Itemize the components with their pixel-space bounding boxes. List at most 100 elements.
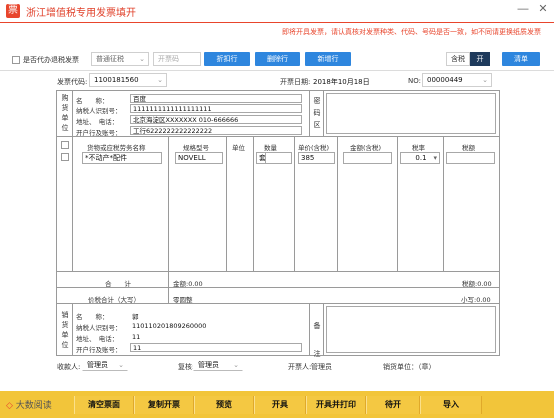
chevron-down-icon: ⌄ — [118, 361, 124, 369]
import-button[interactable]: 导入 — [420, 396, 482, 414]
password-label-char: 码 — [313, 109, 321, 117]
agent-refund-checkbox[interactable] — [12, 56, 20, 64]
app-logo-icon: 票 — [6, 4, 20, 18]
divider — [253, 136, 254, 271]
buyer-address-field[interactable]: 北京海淀区XXXXXXX 010-666666 — [130, 115, 302, 124]
list-button[interactable]: 清单 — [502, 52, 540, 66]
buyer-name-field[interactable]: 百度 — [130, 94, 302, 103]
invoice-code-label: 发票代码: — [57, 78, 88, 86]
divider — [72, 90, 73, 136]
buyer-address-label: 地址、 电话： — [76, 118, 119, 126]
item-name-input[interactable]: *不动产*配件 — [82, 152, 162, 164]
item-taxrate-value: 0.1 — [415, 154, 427, 162]
col-header-spec: 规格型号 — [183, 144, 209, 152]
divider — [323, 303, 324, 356]
col-header-unit: 单位 — [232, 144, 245, 152]
divider — [294, 136, 295, 271]
notice-text: 即将开具发票，请认真核对发票种类、代码、号码是否一致，如不同请更换纸质发票 — [282, 28, 541, 36]
close-button[interactable]: ✕ — [536, 2, 550, 16]
divider — [397, 136, 398, 271]
payee-label: 收款人: — [57, 363, 81, 371]
divider — [309, 303, 310, 356]
buyer-bank-field[interactable]: 工行6222222222222222 — [130, 126, 302, 135]
brand-mark-icon: ◇ — [6, 401, 13, 411]
item-price-input[interactable]: 385 — [298, 152, 335, 164]
brand-name: 大数阅读 — [15, 401, 52, 411]
issue-and-print-button[interactable]: 开具并打印 — [306, 396, 366, 414]
invoice-date: 2018年10月18日 — [313, 78, 370, 86]
minimize-button[interactable]: — — [516, 2, 530, 16]
divider — [168, 287, 169, 303]
buyer-label-char: 单 — [61, 114, 69, 122]
title-divider — [0, 22, 554, 23]
buyer-name-label: 名 称： — [76, 97, 109, 105]
clear-invoice-button[interactable]: 清空票面 — [74, 396, 134, 414]
pending-button[interactable]: 待开 — [366, 396, 420, 414]
levy-type-select[interactable]: 普通征税 ⌄ — [91, 52, 149, 66]
invoice-no-value: 00000449 — [427, 76, 463, 84]
issuer-label: 开票人: — [288, 363, 312, 371]
divider — [56, 271, 500, 272]
tax-included-toggle[interactable]: 含税 — [446, 52, 470, 66]
buyer-taxid-field[interactable]: 1111111111111111111 — [130, 104, 302, 113]
password-area-box — [326, 93, 496, 134]
divider — [56, 287, 500, 288]
invoice-code-value: 1100181560 — [94, 76, 139, 84]
divider — [309, 90, 310, 136]
seller-bank-field[interactable]: 11 — [130, 343, 302, 352]
buyer-label-char: 购 — [61, 94, 69, 102]
password-label-char: 区 — [313, 121, 321, 129]
seller-name: 郭 — [132, 313, 139, 321]
preview-button[interactable]: 预览 — [194, 396, 254, 414]
add-row-button[interactable]: 新增行 — [305, 52, 351, 66]
divider — [56, 136, 500, 137]
item-amount-input[interactable] — [343, 152, 392, 164]
item-spec-input[interactable]: NOVELL — [175, 152, 223, 164]
divider — [323, 90, 324, 136]
seller-label-char: 位 — [61, 341, 69, 349]
divider — [168, 136, 169, 271]
delete-row-button[interactable]: 删除行 — [255, 52, 300, 66]
invoice-no-select[interactable]: 00000449 ⌄ — [422, 73, 492, 87]
payee-select[interactable]: 管理员 ⌄ — [82, 359, 128, 371]
row-select-checkbox[interactable] — [61, 141, 69, 149]
password-label-char: 密 — [313, 97, 321, 105]
divider — [337, 136, 338, 271]
col-header-tax: 税额 — [462, 144, 475, 152]
buyer-label-char: 货 — [61, 104, 69, 112]
col-header-taxrate: 税率 — [412, 144, 425, 152]
toolbar-divider — [0, 70, 554, 71]
col-header-price: 单价(含税) — [298, 144, 330, 152]
seller-name-label: 名 称： — [76, 313, 109, 321]
invoice-number-input[interactable]: 开票码 — [153, 52, 201, 66]
divider — [226, 136, 227, 271]
tax-toggle-on[interactable]: 开 — [470, 52, 490, 66]
copy-invoice-button[interactable]: 复制开票 — [134, 396, 194, 414]
seller-taxid: 110110201809260000 — [132, 322, 207, 330]
divider — [443, 136, 444, 271]
seller-stamp-label: 销货单位：（章） — [383, 363, 436, 371]
reviewer-label: 复核: — [178, 363, 195, 371]
invoice-no-label: NO: — [408, 77, 421, 85]
divider — [168, 271, 169, 287]
seller-label-char: 销 — [61, 311, 69, 319]
seller-taxid-label: 纳税人识别号： — [76, 324, 122, 332]
seller-address-label: 地址、 电话： — [76, 335, 119, 343]
remarks-textarea[interactable] — [326, 306, 496, 353]
reviewer-select[interactable]: 管理员 ⌄ — [193, 359, 243, 371]
invoice-code-select[interactable]: 1100181560 ⌄ — [89, 73, 167, 87]
buyer-taxid-label: 纳税人识别号： — [76, 107, 122, 115]
discount-row-button[interactable]: 折扣行 — [204, 52, 250, 66]
window-title: 浙江增值税专用发票填开 — [26, 8, 136, 19]
row-select-checkbox[interactable] — [61, 153, 69, 161]
col-header-qty: 数量 — [264, 144, 277, 152]
issue-button[interactable]: 开具 — [254, 396, 306, 414]
col-header-name: 货物或应税劳务名称 — [87, 144, 146, 152]
chevron-down-icon: ▾ — [433, 154, 437, 162]
seller-section-label: 销 货 单 位 — [61, 310, 69, 350]
chevron-down-icon: ⌄ — [233, 361, 239, 369]
item-taxrate-select[interactable]: 0.1 ▾ — [400, 152, 440, 164]
item-qty-input[interactable] — [256, 152, 292, 164]
item-tax-input[interactable] — [446, 152, 495, 164]
levy-type-value: 普通征税 — [96, 55, 124, 63]
